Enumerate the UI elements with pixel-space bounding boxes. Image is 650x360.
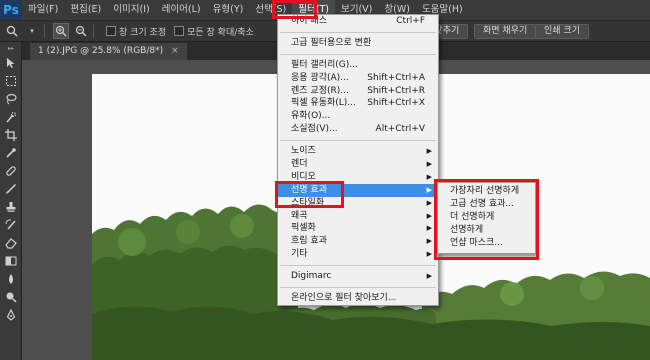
menu-item-other[interactable]: 기타 ▶: [278, 248, 438, 261]
submenu-arrow-icon: ▶: [426, 237, 432, 246]
menu-item-label: 흐림 효과: [291, 236, 327, 247]
eyedropper-tool-icon[interactable]: [0, 144, 22, 162]
close-tab-icon[interactable]: ×: [171, 46, 179, 56]
zoom-out-icon[interactable]: [73, 23, 89, 39]
menu-separator: [280, 140, 436, 142]
menu-item-digimarc[interactable]: Digimarc ▶: [278, 270, 438, 283]
zoom-all-windows-checkbox[interactable]: [174, 26, 185, 36]
pen-tool-icon[interactable]: [0, 306, 22, 324]
menu-item-convert-smart-filters[interactable]: 고급 필터용으로 변환: [278, 37, 438, 50]
menu-item-label: Digimarc: [291, 271, 332, 282]
menu-item-label: 픽셀 유동화(L)...: [291, 98, 356, 109]
tools-panel: ▸▸: [0, 42, 22, 360]
menu-item-filter-gallery[interactable]: 필터 갤러리(G)...: [278, 59, 438, 72]
document-tab-title: 1 (2).JPG @ 25.8% (RGB/8*): [38, 46, 164, 56]
marquee-tool-icon[interactable]: [0, 72, 22, 90]
clone-stamp-tool-icon[interactable]: [0, 198, 22, 216]
eraser-tool-icon[interactable]: [0, 234, 22, 252]
menu-separator: [280, 53, 436, 55]
menu-edit[interactable]: 편집(E): [64, 0, 107, 20]
lasso-tool-icon[interactable]: [0, 90, 22, 108]
print-size-button[interactable]: 인쇄 크기: [535, 24, 589, 39]
menu-item-label: 렌더: [291, 159, 308, 170]
gradient-tool-icon[interactable]: [0, 252, 22, 270]
menu-item-pixelate[interactable]: 픽셀화 ▶: [278, 222, 438, 235]
shortcut-label: Ctrl+F: [396, 16, 425, 26]
zoom-tool-icon[interactable]: [4, 23, 20, 39]
crop-tool-icon[interactable]: [0, 126, 22, 144]
menu-item-label: 응용 광각(A)...: [291, 72, 349, 83]
move-tool-icon[interactable]: [0, 54, 22, 72]
menu-separator: [280, 287, 436, 289]
menu-item-lens-correction[interactable]: 렌즈 교정(R)... Shift+Ctrl+R: [278, 85, 438, 98]
history-brush-tool-icon[interactable]: [0, 216, 22, 234]
fill-screen-button[interactable]: 화면 채우기: [474, 24, 537, 39]
dodge-tool-icon[interactable]: [0, 288, 22, 306]
submenu-arrow-icon: ▶: [426, 211, 432, 220]
menu-item-label: 노이즈: [291, 146, 316, 157]
document-tab[interactable]: 1 (2).JPG @ 25.8% (RGB/8*) ×: [30, 43, 187, 60]
zoom-all-windows-label: 모든 창 확대/축소: [187, 27, 254, 38]
menu-item-label: 렌즈 교정(R)...: [291, 85, 349, 96]
submenu-arrow-icon: ▶: [426, 250, 432, 259]
submenu-arrow-icon: ▶: [426, 147, 432, 156]
submenu-arrow-icon: ▶: [426, 185, 432, 194]
annotation-highlight-filter-menu: [272, 0, 317, 19]
photoshop-logo: Ps: [0, 0, 22, 20]
menu-item-label: 픽셀화: [291, 223, 316, 234]
menu-separator: [280, 265, 436, 267]
menu-item-label: 기타: [291, 249, 308, 260]
menu-item-noise[interactable]: 노이즈 ▶: [278, 145, 438, 158]
shortcut-label: Alt+Ctrl+V: [375, 124, 425, 135]
divider: [44, 24, 45, 38]
submenu-arrow-icon: ▶: [426, 160, 432, 169]
resize-windows-checkbox[interactable]: [106, 26, 116, 36]
menu-item-label: 왜곡: [291, 210, 308, 221]
submenu-arrow-icon: ▶: [426, 272, 432, 281]
annotation-highlight-sharpen-submenu: [434, 179, 539, 260]
quick-selection-tool-icon[interactable]: [0, 108, 22, 126]
menu-item-distort[interactable]: 왜곡 ▶: [278, 210, 438, 223]
menu-file[interactable]: 파일(F): [22, 0, 64, 20]
menu-layer[interactable]: 레이어(L): [156, 0, 207, 20]
submenu-arrow-icon: ▶: [426, 224, 432, 233]
menu-item-liquify[interactable]: 픽셀 유동화(L)... Shift+Ctrl+X: [278, 97, 438, 110]
brush-tool-icon[interactable]: [0, 180, 22, 198]
shortcut-label: Shift+Ctrl+X: [367, 98, 425, 109]
blur-tool-icon[interactable]: [0, 270, 22, 288]
menu-item-render[interactable]: 렌더 ▶: [278, 158, 438, 171]
shortcut-label: Shift+Ctrl+R: [367, 85, 425, 96]
resize-windows-label: 창 크기 조정: [119, 27, 167, 38]
tool-preset-arrow-icon[interactable]: ▾: [24, 23, 40, 39]
divider: [93, 24, 94, 38]
menu-item-oil-paint[interactable]: 유화(O)...: [278, 110, 438, 123]
submenu-arrow-icon: ▶: [426, 198, 432, 207]
menu-type[interactable]: 유형(Y): [207, 0, 250, 20]
panel-collapse-icon[interactable]: ▸▸: [0, 42, 22, 54]
menu-item-browse-filters-online[interactable]: 온라인으로 필터 찾아보기...: [278, 292, 438, 305]
annotation-highlight-sharpen: [275, 181, 344, 208]
menu-separator: [280, 31, 436, 33]
menu-image[interactable]: 이미지(I): [107, 0, 155, 20]
menu-item-blur[interactable]: 흐림 효과 ▶: [278, 235, 438, 248]
submenu-arrow-icon: ▶: [426, 172, 432, 181]
menu-item-label: 소실점(V)...: [291, 124, 338, 135]
menu-item-vanishing-point[interactable]: 소실점(V)... Alt+Ctrl+V: [278, 123, 438, 136]
menu-item-adaptive-wide-angle[interactable]: 응용 광각(A)... Shift+Ctrl+A: [278, 72, 438, 85]
zoom-in-icon[interactable]: [53, 23, 69, 39]
filter-menu: 하이 패스 Ctrl+F 고급 필터용으로 변환 필터 갤러리(G)... 응용 …: [277, 14, 439, 306]
healing-brush-tool-icon[interactable]: [0, 162, 22, 180]
shortcut-label: Shift+Ctrl+A: [367, 72, 425, 83]
